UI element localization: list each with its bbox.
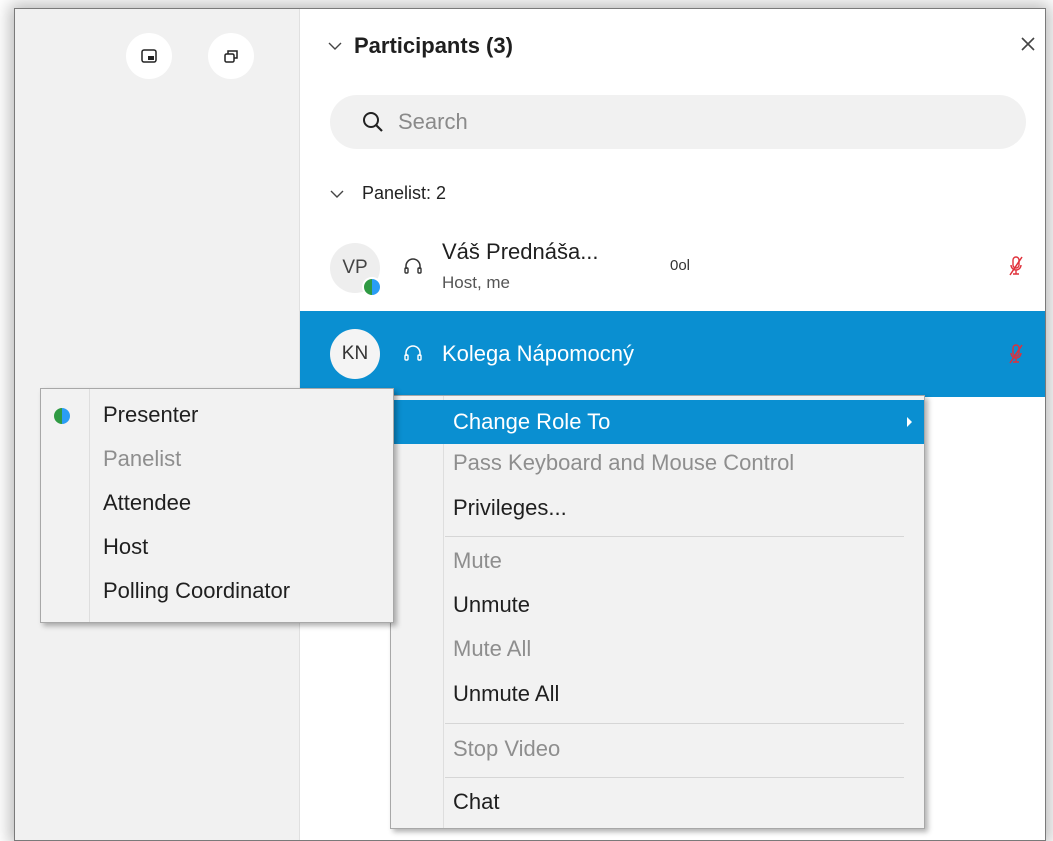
participant-context-menu: Change Role To Pass Keyboard and Mouse C… xyxy=(390,395,925,829)
menu-item-unmute[interactable]: Unmute xyxy=(391,583,924,627)
group-label: Panelist: 2 xyxy=(362,183,447,203)
popout-windows-button[interactable] xyxy=(208,33,254,79)
menu-item-label: Unmute All xyxy=(453,681,560,706)
menu-item-label: Mute xyxy=(453,548,502,573)
menu-item-label: Privileges... xyxy=(453,495,567,520)
muted-mic-icon[interactable] xyxy=(1008,343,1024,365)
menu-item-pass-control[interactable]: Pass Keyboard and Mouse Control xyxy=(391,441,924,485)
submenu-item-polling-coordinator[interactable]: Polling Coordinator xyxy=(41,569,393,613)
headset-icon xyxy=(404,258,422,274)
participant-row[interactable]: VP Váš Prednáša... Host, me 0ol xyxy=(300,227,1045,305)
menu-separator xyxy=(445,723,904,724)
menu-item-label: Stop Video xyxy=(453,736,561,761)
audio-level-indicator: 0ol xyxy=(670,257,691,274)
menu-item-chat[interactable]: Chat xyxy=(391,780,924,824)
muted-mic-icon[interactable] xyxy=(1008,255,1024,277)
menu-item-label: Polling Coordinator xyxy=(103,578,291,603)
panel-header[interactable]: Participants (3) xyxy=(328,31,513,61)
submenu-item-panelist[interactable]: Panelist xyxy=(41,437,393,481)
menu-item-mute-all[interactable]: Mute All xyxy=(391,627,924,671)
chevron-down-icon xyxy=(328,42,342,50)
submenu-item-host[interactable]: Host xyxy=(41,525,393,569)
participant-role: Host, me xyxy=(442,273,511,292)
menu-item-change-role[interactable]: Change Role To xyxy=(391,400,924,444)
panel-title: Participants (3) xyxy=(354,33,513,58)
menu-item-privileges[interactable]: Privileges... xyxy=(391,486,924,530)
menu-item-label: Unmute xyxy=(453,592,531,617)
chevron-right-icon xyxy=(907,417,912,427)
participant-row-selected[interactable]: KN Kolega Nápomocný xyxy=(300,311,1045,397)
menu-item-label: Presenter xyxy=(103,402,199,427)
search-icon xyxy=(363,112,383,132)
submenu-item-attendee[interactable]: Attendee xyxy=(41,481,393,525)
submenu-item-presenter[interactable]: Presenter xyxy=(41,393,393,437)
chevron-down-icon xyxy=(330,190,344,198)
menu-item-label: Panelist xyxy=(103,446,182,471)
popout-windows-icon xyxy=(224,50,238,63)
picture-in-picture-icon xyxy=(141,49,157,63)
menu-item-label: Pass Keyboard and Mouse Control xyxy=(453,450,795,475)
participant-name: Kolega Nápomocný xyxy=(442,341,635,366)
close-icon[interactable] xyxy=(1019,35,1037,53)
menu-separator xyxy=(445,536,904,537)
menu-item-label: Chat xyxy=(453,789,500,814)
menu-item-label: Attendee xyxy=(103,490,192,515)
avatar: KN xyxy=(330,329,380,379)
headset-icon xyxy=(404,345,422,361)
participant-name: Váš Prednáša... xyxy=(442,239,599,264)
menu-item-label: Mute All xyxy=(453,636,532,661)
search-input[interactable] xyxy=(396,108,960,136)
presenter-ball-icon xyxy=(362,277,382,297)
menu-item-mute[interactable]: Mute xyxy=(391,539,924,583)
change-role-submenu: Presenter Panelist Attendee Host Polling… xyxy=(40,388,394,623)
panelist-group-header[interactable]: Panelist: 2 xyxy=(330,183,446,204)
menu-item-unmute-all[interactable]: Unmute All xyxy=(391,672,924,716)
picture-in-picture-button[interactable] xyxy=(126,33,172,79)
menu-item-label: Host xyxy=(103,534,149,559)
menu-item-label: Change Role To xyxy=(453,409,611,434)
menu-item-stop-video[interactable]: Stop Video xyxy=(391,727,924,771)
menu-separator xyxy=(445,777,904,778)
search-bar[interactable] xyxy=(330,95,1026,149)
